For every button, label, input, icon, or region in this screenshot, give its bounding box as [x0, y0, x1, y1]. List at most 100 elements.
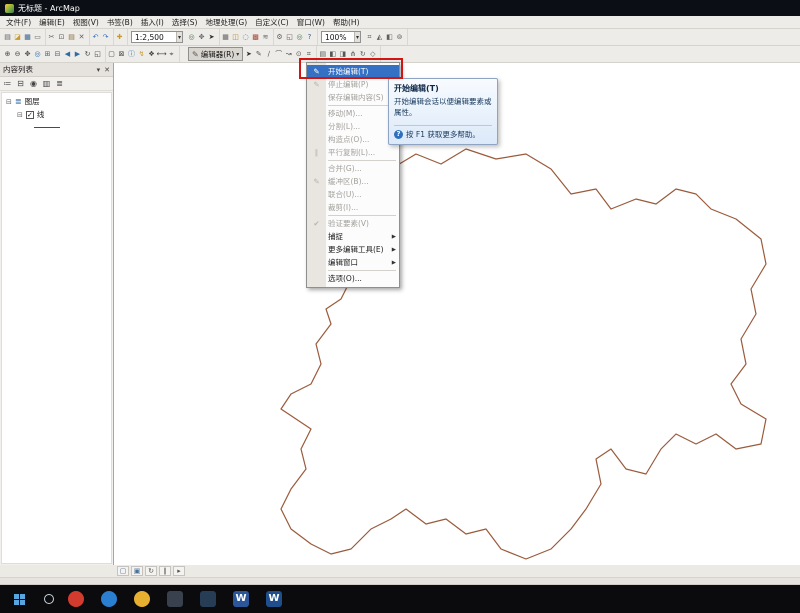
edit-vertices-icon[interactable]: ⌗ [304, 48, 313, 60]
copy-icon[interactable]: ⊡ [57, 31, 66, 43]
sketch-properties-icon[interactable]: ◧ [328, 48, 337, 60]
search-window-icon[interactable]: ◌ [241, 31, 250, 43]
attributes-window-icon[interactable]: ▤ [318, 48, 327, 60]
list-by-visibility-icon[interactable]: ◉ [28, 78, 39, 90]
clear-selection-icon[interactable]: ⊠ [117, 48, 126, 60]
menu-item-options[interactable]: 选项(O)... [307, 272, 399, 285]
edit-tool-arrow-icon[interactable]: ➤ [244, 48, 253, 60]
menu-item-editing-windows[interactable]: 编辑窗口▶ [307, 256, 399, 269]
app-dark-icon[interactable] [167, 591, 183, 607]
select-elements-arrow-icon[interactable]: ➤ [207, 31, 216, 43]
editor-menu-button[interactable]: ✎ 编辑器(R) ▾ [188, 47, 243, 61]
measure-icon[interactable]: ⟷ [157, 48, 166, 60]
catalog-icon[interactable]: ◫ [231, 31, 240, 43]
list-by-source-icon[interactable]: ⊟ [15, 78, 26, 90]
menubar-item-6[interactable]: 地理处理(G) [201, 17, 251, 28]
save-icon[interactable]: ▦ [23, 31, 32, 43]
hyperlink-icon[interactable]: ↯ [137, 48, 146, 60]
taskbar-search-icon[interactable] [44, 594, 54, 604]
scale-tool-icon[interactable]: ◇ [368, 48, 377, 60]
add-data-icon[interactable]: ✚ [115, 31, 124, 43]
layer-visibility-checkbox[interactable]: ✓ [26, 111, 34, 119]
cut-icon[interactable]: ✂ [47, 31, 56, 43]
app-yellow-icon[interactable] [134, 591, 150, 607]
menubar-item-3[interactable]: 书签(B) [103, 17, 137, 28]
pin-icon[interactable]: ▾ [97, 66, 101, 74]
layout-view-icon[interactable]: ▣ [131, 566, 143, 576]
snapping-toolbar-icon[interactable]: ⌗ [365, 31, 374, 43]
paste-icon[interactable]: ▤ [67, 31, 76, 43]
menubar-item-7[interactable]: 自定义(C) [251, 17, 293, 28]
menubar-item-5[interactable]: 选择(S) [168, 17, 202, 28]
app-navy-icon[interactable] [200, 591, 216, 607]
menu-item-snapping[interactable]: 捕捉▶ [307, 230, 399, 243]
split-tool-icon[interactable]: ⋔ [348, 48, 357, 60]
close-icon[interactable]: ✕ [104, 66, 110, 74]
previous-extent-icon[interactable]: ◀ [63, 48, 72, 60]
delete-icon[interactable]: ✕ [77, 31, 86, 43]
browser-blue-icon[interactable] [101, 591, 117, 607]
spatial-analyst-icon[interactable]: ◧ [385, 31, 394, 43]
app-red-icon[interactable] [68, 591, 84, 607]
collapse-icon[interactable]: ⊟ [6, 98, 12, 106]
3d-analyst-icon[interactable]: ◭ [375, 31, 384, 43]
go-to-xy-icon[interactable]: ⌖ [167, 48, 176, 60]
arctoolbox-icon[interactable]: ▩ [251, 31, 260, 43]
zoom-percent-combo[interactable]: 100% ▾ [321, 31, 361, 43]
menu-item-more-editing-tools[interactable]: 更多编辑工具(E)▶ [307, 243, 399, 256]
menubar-item-8[interactable]: 窗口(W) [293, 17, 329, 28]
toc-options-icon[interactable]: ≣ [54, 78, 65, 90]
identify-icon[interactable]: ⓘ [127, 48, 136, 60]
network-analyst-icon[interactable]: ⊚ [395, 31, 404, 43]
refresh-view-icon[interactable]: ↻ [145, 566, 157, 576]
model-builder-icon[interactable]: ⚙ [275, 31, 284, 43]
fixed-zoom-in-icon[interactable]: ⊞ [43, 48, 52, 60]
pan-hand-icon[interactable]: ✥ [197, 31, 206, 43]
redo-icon[interactable]: ↷ [101, 31, 110, 43]
toc-layer-symbol-row[interactable] [2, 121, 111, 134]
viewer-window-icon[interactable]: ◱ [93, 48, 102, 60]
toc-layer-line[interactable]: ⊟ ✓ 线 [2, 108, 111, 121]
rotate-tool-icon[interactable]: ↻ [358, 48, 367, 60]
layout-window-icon[interactable]: ◱ [285, 31, 294, 43]
start-button[interactable] [8, 588, 30, 610]
print-icon[interactable]: ▭ [33, 31, 42, 43]
zoom-out-icon[interactable]: ⊖ [13, 48, 22, 60]
edit-annotation-icon[interactable]: ✎ [254, 48, 263, 60]
scroll-right-icon[interactable]: ▸ [173, 566, 185, 576]
attribute-table-icon[interactable]: ▦ [221, 31, 230, 43]
toc-root-layers[interactable]: ⊟ ≣ 图层 [2, 95, 111, 108]
next-extent-icon[interactable]: ▶ [73, 48, 82, 60]
select-features-icon[interactable]: ▢ [107, 48, 116, 60]
menubar-item-0[interactable]: 文件(F) [2, 17, 35, 28]
create-features-icon[interactable]: ◨ [338, 48, 347, 60]
globe-icon[interactable]: ◎ [187, 31, 196, 43]
list-by-selection-icon[interactable]: ▥ [41, 78, 52, 90]
arc-segment-icon[interactable]: ⌒ [274, 48, 283, 60]
trace-tool-icon[interactable]: ↝ [284, 48, 293, 60]
zoom-in-icon[interactable]: ⊕ [3, 48, 12, 60]
list-by-drawing-order-icon[interactable]: ≔ [2, 78, 13, 90]
menubar-item-2[interactable]: 视图(V) [69, 17, 103, 28]
pause-drawing-icon[interactable]: ∥ [159, 566, 171, 576]
add-basemap-icon[interactable]: ◎ [295, 31, 304, 43]
refresh-icon[interactable]: ↻ [83, 48, 92, 60]
undo-icon[interactable]: ↶ [91, 31, 100, 43]
wps-blue-icon[interactable]: W [233, 591, 249, 607]
chevron-down-icon[interactable]: ▾ [176, 32, 182, 42]
menubar-item-9[interactable]: 帮助(H) [329, 17, 364, 28]
map-scale-combo[interactable]: 1:2,500 ▾ [131, 31, 183, 43]
full-extent-icon[interactable]: ◎ [33, 48, 42, 60]
collapse-icon[interactable]: ⊟ [17, 111, 23, 119]
help-icon[interactable]: ? [305, 31, 314, 43]
python-window-icon[interactable]: ≋ [261, 31, 270, 43]
html-popup-icon[interactable]: ❖ [147, 48, 156, 60]
data-view-icon[interactable]: ▢ [117, 566, 129, 576]
open-folder-icon[interactable]: ◪ [13, 31, 22, 43]
menubar-item-1[interactable]: 编辑(E) [35, 17, 69, 28]
point-tool-icon[interactable]: ⊙ [294, 48, 303, 60]
word-icon[interactable]: W [266, 591, 282, 607]
pan-icon[interactable]: ✥ [23, 48, 32, 60]
menu-item-start-editing[interactable]: ✎开始编辑(T) [307, 65, 399, 78]
straight-segment-icon[interactable]: ∕ [264, 48, 273, 60]
